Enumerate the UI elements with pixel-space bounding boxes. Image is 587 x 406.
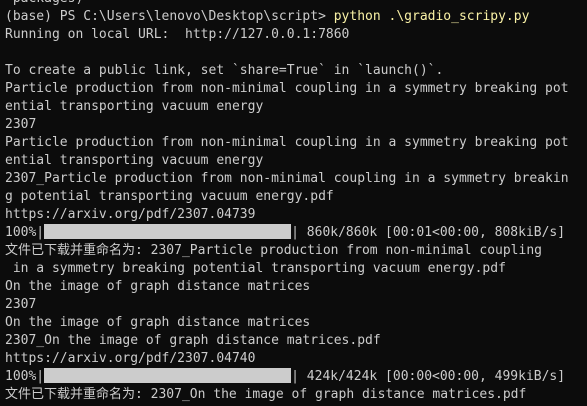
terminal-line: To create a public link, set `share=True… <box>5 63 444 78</box>
terminal-line: ential transporting vacuum energy <box>5 99 264 114</box>
progress-bar <box>44 224 292 239</box>
terminal-line: 文件已下载并重命名为: 2307_On the image of graph d… <box>5 387 527 402</box>
terminal-line: g potential transporting vacuum energy.p… <box>5 189 334 204</box>
progress-stats: | 424k/424k [00:00<00:00, 499kiB/s] <box>291 369 566 384</box>
terminal-window[interactable]: packages) (base) PS C:\Users\lenovo\Desk… <box>0 0 587 406</box>
terminal-line: ential transporting vacuum energy <box>5 153 264 168</box>
terminal-line: Particle production from non-minimal cou… <box>5 81 569 96</box>
terminal-line: Running on local URL: http://127.0.0.1:7… <box>5 27 350 42</box>
terminal-line: https://arxiv.org/pdf/2307.04739 <box>5 207 256 222</box>
prompt-text: (base) PS C:\Users\lenovo\Desktop\script… <box>5 9 334 24</box>
progress-stats: | 860k/860k [00:01<00:00, 808kiB/s] <box>291 225 566 240</box>
terminal-line: 2307 <box>5 117 37 132</box>
terminal-line: packages) <box>5 0 587 8</box>
terminal-line: https://arxiv.org/pdf/2307.04740 <box>5 351 256 366</box>
progress-bar <box>44 368 292 383</box>
terminal-line: 文件已下载并重命名为: 2307_Particle production fro… <box>5 243 542 258</box>
terminal-line: On the image of graph distance matrices <box>5 315 311 330</box>
terminal-line: 2307_Particle production from non-minima… <box>5 171 569 186</box>
terminal-line: 2307 <box>5 297 37 312</box>
terminal-line: in a symmetry breaking potential transpo… <box>5 261 506 276</box>
terminal-line: On the image of graph distance matrices <box>5 279 311 294</box>
progress-line: 100%| | 860k/860k [00:01<00:00, 808kiB/s] <box>5 224 587 242</box>
terminal-line: 2307_On the image of graph distance matr… <box>5 333 381 348</box>
terminal-output: packages) (base) PS C:\Users\lenovo\Desk… <box>5 0 587 404</box>
command-text: python .\gradio_scripy.py <box>333 9 530 24</box>
terminal-line: Particle production from non-minimal cou… <box>5 135 569 150</box>
progress-percent: 100%| <box>5 225 45 240</box>
progress-line: 100%| | 424k/424k [00:00<00:00, 499kiB/s] <box>5 368 587 386</box>
progress-percent: 100%| <box>5 369 45 384</box>
prompt-line: (base) PS C:\Users\lenovo\Desktop\script… <box>5 8 587 26</box>
